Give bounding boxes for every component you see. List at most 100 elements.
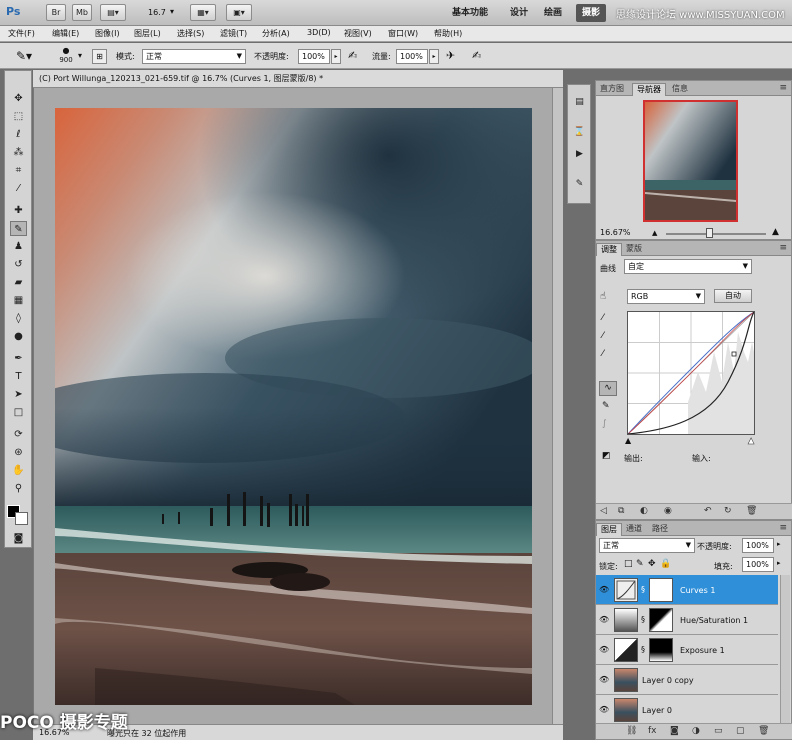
- zoom-slider-track[interactable]: [666, 233, 766, 235]
- bridge-button[interactable]: Br: [46, 4, 66, 21]
- visibility-eye-icon[interactable]: 👁: [599, 645, 609, 655]
- brush-size-dropdown-icon[interactable]: ▾: [78, 51, 82, 60]
- delete-adjustment-icon[interactable]: 🗑: [746, 506, 757, 516]
- return-to-list-icon[interactable]: ◁: [600, 506, 607, 516]
- background-color-swatch[interactable]: [15, 512, 28, 525]
- panel-menu-icon[interactable]: ≡: [779, 523, 787, 533]
- lasso-tool-icon[interactable]: ℓ: [10, 127, 27, 142]
- tablet-opacity-icon[interactable]: ✍: [348, 49, 357, 62]
- clip-to-layer-icon[interactable]: ◐: [640, 506, 648, 516]
- panel-menu-icon[interactable]: ≡: [779, 83, 787, 93]
- menu-file[interactable]: 文件(F): [8, 28, 35, 39]
- tab-paths[interactable]: 路径: [648, 523, 672, 536]
- zoom-dropdown-icon[interactable]: ▾: [170, 7, 174, 16]
- blend-mode-select[interactable]: 正常 ▼: [599, 538, 695, 553]
- arrange-documents-icon[interactable]: ▦▾: [190, 4, 216, 21]
- document-scrollbar[interactable]: [552, 88, 563, 724]
- menu-select[interactable]: 选择(S): [177, 28, 204, 39]
- opacity-slider-icon[interactable]: ▸: [331, 49, 341, 64]
- workspace-painting[interactable]: 绘画: [538, 4, 568, 22]
- move-tool-icon[interactable]: ✥: [10, 91, 27, 106]
- dodge-tool-icon[interactable]: ●: [10, 329, 27, 344]
- history-brush-tool-icon[interactable]: ↺: [10, 257, 27, 272]
- reset-icon[interactable]: ↻: [724, 506, 732, 516]
- image-canvas[interactable]: [55, 108, 532, 705]
- pen-tool-icon[interactable]: ✒: [10, 351, 27, 366]
- link-layers-icon[interactable]: ⛓: [626, 726, 637, 736]
- delete-layer-icon[interactable]: 🗑: [758, 726, 769, 736]
- new-group-icon[interactable]: ▭: [714, 726, 723, 736]
- brush-tool-preset-icon[interactable]: ✎▾: [16, 49, 32, 63]
- clone-stamp-tool-icon[interactable]: ♟: [10, 239, 27, 254]
- menu-layer[interactable]: 图层(L): [134, 28, 161, 39]
- layer-mask-thumbnail[interactable]: [649, 608, 673, 632]
- channel-select[interactable]: RGB ▼: [627, 289, 705, 304]
- fill-slider-icon[interactable]: ▸: [777, 559, 781, 567]
- zoom-tool-icon[interactable]: ⚲: [10, 481, 27, 496]
- zoom-level[interactable]: 16.7: [148, 8, 166, 17]
- tab-histogram[interactable]: 直方图: [596, 83, 628, 96]
- tab-adjustments[interactable]: 调整: [596, 243, 622, 256]
- 3d-rotate-tool-icon[interactable]: ⟳: [10, 427, 27, 442]
- workspace-essentials[interactable]: 基本功能: [446, 4, 494, 22]
- layer-row[interactable]: 👁 Layer 0: [596, 695, 778, 725]
- menu-view[interactable]: 视图(V): [344, 28, 372, 39]
- black-slider-icon[interactable]: ▲: [625, 436, 631, 445]
- shape-tool-icon[interactable]: □: [10, 405, 27, 420]
- show-clipping-icon[interactable]: ◩: [602, 451, 611, 461]
- on-image-adjust-icon[interactable]: ☝: [600, 291, 606, 302]
- brush-presets-icon[interactable]: ✎: [572, 177, 587, 191]
- visibility-toggle-icon[interactable]: ◉: [664, 506, 672, 516]
- path-selection-tool-icon[interactable]: ➤: [10, 387, 27, 402]
- tab-masks[interactable]: 蒙版: [622, 243, 646, 256]
- tab-channels[interactable]: 通道: [622, 523, 646, 536]
- smooth-curve-icon[interactable]: ∫: [602, 419, 607, 429]
- layers-scrollbar[interactable]: [780, 575, 790, 723]
- layer-opacity-slider-icon[interactable]: ▸: [777, 540, 781, 548]
- new-layer-icon[interactable]: ▢: [736, 726, 745, 736]
- workspace-design[interactable]: 设计: [504, 4, 534, 22]
- black-point-eyedropper-icon[interactable]: ⁄: [602, 313, 604, 323]
- flow-input[interactable]: 100%: [396, 49, 428, 64]
- layer-row[interactable]: 👁 § Curves 1: [596, 575, 778, 605]
- navigator-thumbnail[interactable]: [643, 100, 738, 222]
- visibility-eye-icon[interactable]: 👁: [599, 585, 609, 595]
- hand-tool-icon[interactable]: ✋: [10, 463, 27, 478]
- layer-style-icon[interactable]: fx: [648, 726, 657, 736]
- mini-bridge-icon[interactable]: ▤: [572, 95, 587, 109]
- menu-window[interactable]: 窗口(W): [388, 28, 418, 39]
- visibility-eye-icon[interactable]: 👁: [599, 705, 609, 715]
- menu-edit[interactable]: 编辑(E): [52, 28, 79, 39]
- zoom-in-icon[interactable]: ▲: [772, 227, 779, 237]
- layer-mask-thumbnail[interactable]: [649, 638, 673, 662]
- menu-help[interactable]: 帮助(H): [434, 28, 462, 39]
- brush-preview-icon[interactable]: ●: [56, 46, 76, 55]
- layer-row[interactable]: 👁 § Exposure 1: [596, 635, 778, 665]
- tab-layers[interactable]: 图层: [596, 523, 622, 536]
- blur-tool-icon[interactable]: ◊: [10, 311, 27, 326]
- lock-image-icon[interactable]: ✎: [636, 559, 644, 569]
- layer-opacity-input[interactable]: 100%: [742, 538, 774, 553]
- eraser-tool-icon[interactable]: ▰: [10, 275, 27, 290]
- new-adjustment-icon[interactable]: ◑: [692, 726, 700, 736]
- curve-graph[interactable]: [627, 311, 755, 435]
- layer-row[interactable]: 👁 § Hue/Saturation 1: [596, 605, 778, 635]
- document-tab[interactable]: (C) Port Willunga_120213_021-659.tif @ 1…: [33, 70, 563, 88]
- spot-healing-tool-icon[interactable]: ✚: [10, 203, 27, 218]
- marquee-tool-icon[interactable]: ⬚: [10, 109, 27, 124]
- brush-panel-icon[interactable]: ⊞: [92, 49, 107, 64]
- quick-mask-icon[interactable]: ◙: [10, 531, 27, 546]
- gray-point-eyedropper-icon[interactable]: ⁄: [602, 331, 604, 341]
- navigator-zoom[interactable]: 16.67%: [600, 228, 631, 237]
- panel-menu-icon[interactable]: ≡: [779, 243, 787, 253]
- previous-state-icon[interactable]: ↶: [704, 506, 712, 516]
- tablet-size-icon[interactable]: ✍: [472, 49, 481, 62]
- crop-tool-icon[interactable]: ⌗: [10, 163, 27, 178]
- eyedropper-tool-icon[interactable]: ⁄: [10, 181, 27, 196]
- white-point-eyedropper-icon[interactable]: ⁄: [602, 349, 604, 359]
- menu-analysis[interactable]: 分析(A): [262, 28, 290, 39]
- add-mask-icon[interactable]: ◙: [670, 726, 679, 736]
- brush-tool-icon[interactable]: ✎: [10, 221, 27, 236]
- flow-slider-icon[interactable]: ▸: [429, 49, 439, 64]
- lock-position-icon[interactable]: ✥: [648, 559, 656, 569]
